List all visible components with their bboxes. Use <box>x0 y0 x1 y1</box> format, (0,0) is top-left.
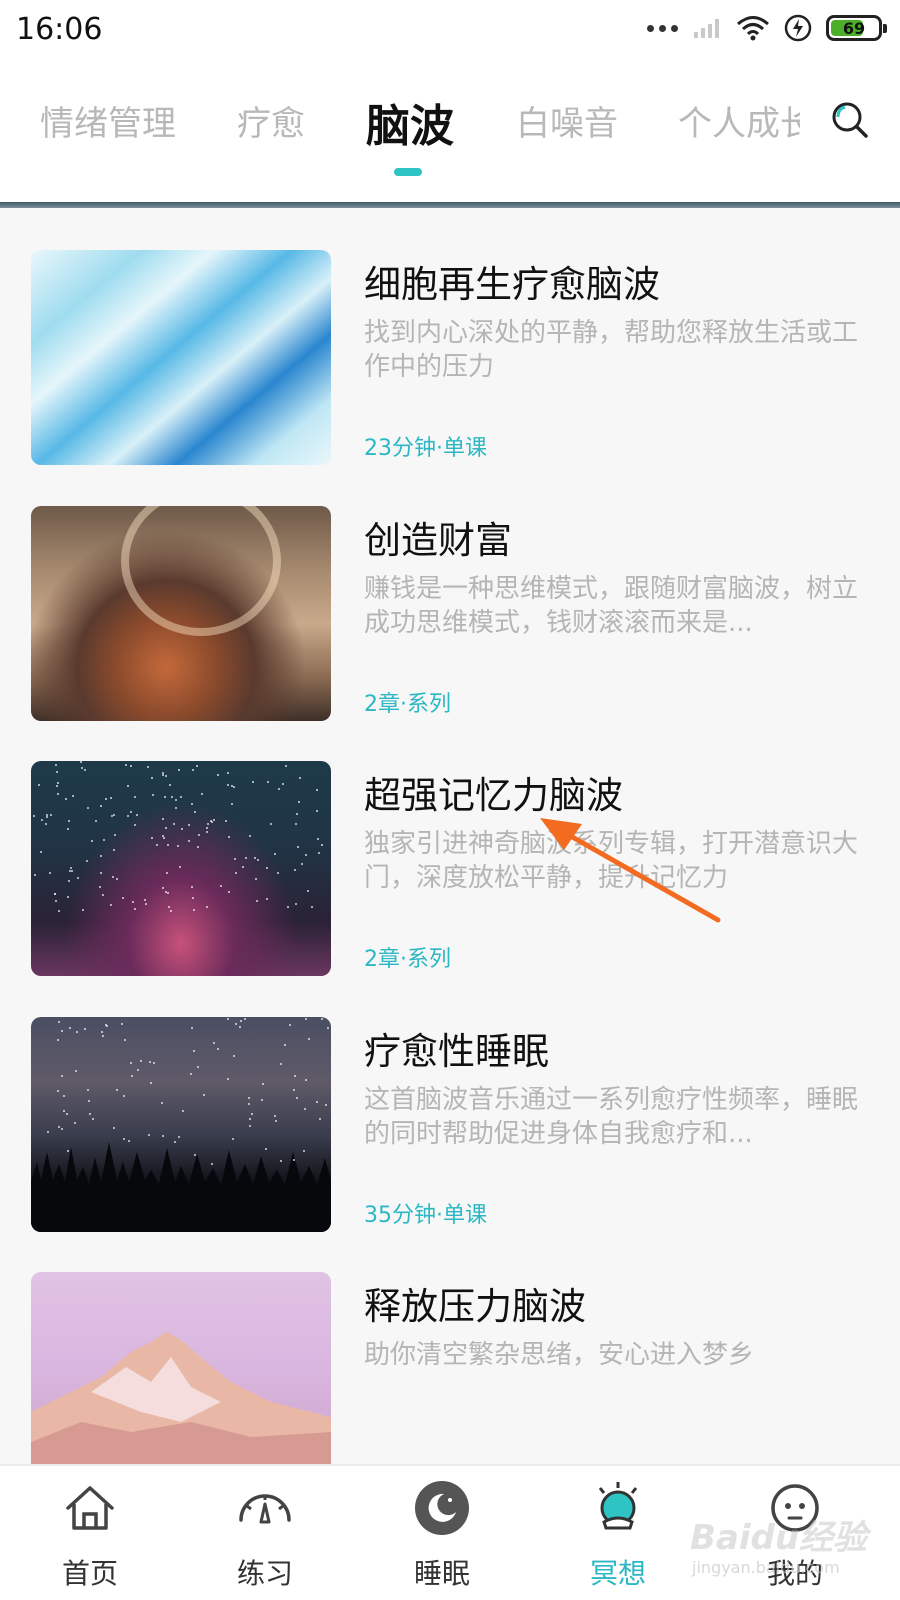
tab-white-noise[interactable]: 白噪音 <box>516 96 618 145</box>
card-title: 释放压力脑波 <box>364 1285 586 1328</box>
list-item[interactable]: 疗愈性睡眠 这首脑波音乐通过一系列愈疗性频率，睡眠的同时帮助促进身体自我愈疗和.… <box>0 1017 900 1233</box>
tab-personal-growth[interactable]: 个人成长 <box>678 96 800 145</box>
home-icon <box>66 1486 114 1530</box>
search-icon[interactable] <box>830 100 870 140</box>
tab-emotion[interactable]: 情绪管理 <box>40 96 176 145</box>
card-description: 找到内心深处的平静，帮助您释放生活或工作中的压力 <box>364 318 859 382</box>
card-thumbnail <box>31 1272 331 1464</box>
card-thumbnail <box>31 250 331 465</box>
list-item[interactable]: 超强记忆力脑波 独家引进神奇脑波系列专辑，打开潜意识大门，深度放松平静，提升记忆… <box>0 761 900 977</box>
card-thumbnail <box>31 506 331 721</box>
tab-healing[interactable]: 疗愈 <box>237 96 305 145</box>
nav-home[interactable]: 首页 <box>0 1466 180 1600</box>
tab-brainwave[interactable]: 脑波 <box>366 90 454 154</box>
more-dots-icon <box>647 24 678 32</box>
status-icons: 69 <box>647 14 887 42</box>
status-bar: 16:06 69 <box>0 0 900 64</box>
watermark-logo: Baidu经验 <box>690 1518 868 1558</box>
nav-sleep[interactable]: 睡眠 <box>352 1466 532 1600</box>
card-description: 这首脑波音乐通过一系列愈疗性频率，睡眠的同时帮助促进身体自我愈疗和... <box>364 1085 859 1149</box>
card-title: 疗愈性睡眠 <box>364 1030 549 1073</box>
list-item[interactable]: 释放压力脑波 助你清空繁杂思绪，安心进入梦乡 <box>0 1272 900 1464</box>
card-meta: 23分钟·单课 <box>364 436 487 461</box>
card-title: 细胞再生疗愈脑波 <box>364 263 660 306</box>
gauge-icon <box>239 1494 291 1524</box>
nav-label: 睡眠 <box>413 1557 470 1590</box>
nav-meditation[interactable]: 冥想 <box>528 1466 708 1600</box>
active-tab-indicator <box>394 168 422 176</box>
charging-icon <box>784 14 812 42</box>
card-meta: 2章·系列 <box>364 692 451 717</box>
card-meta: 2章·系列 <box>364 947 451 972</box>
annotation-arrow <box>540 818 721 923</box>
wifi-icon <box>737 16 769 41</box>
nav-practice[interactable]: 练习 <box>175 1466 355 1600</box>
brainwave-list: 细胞再生疗愈脑波 找到内心深处的平静，帮助您释放生活或工作中的压力 23分钟·单… <box>0 208 900 1464</box>
meditation-icon <box>598 1482 638 1530</box>
nav-label: 冥想 <box>589 1557 646 1590</box>
category-tab-bar: 情绪管理 疗愈 脑波 白噪音 个人成长 <box>0 64 900 202</box>
card-thumbnail <box>31 1017 331 1232</box>
moon-icon <box>415 1481 469 1535</box>
nav-label: 练习 <box>236 1557 293 1590</box>
card-description: 赚钱是一种思维模式，跟随财富脑波，树立成功思维模式，钱财滚滚而来是... <box>364 574 859 638</box>
status-time: 16:06 <box>16 12 103 47</box>
watermark-url: jingyan.baidu.com <box>692 1558 840 1577</box>
card-meta: 35分钟·单课 <box>364 1203 487 1228</box>
nav-label: 首页 <box>61 1557 118 1590</box>
battery-indicator: 69 <box>826 15 887 41</box>
list-item[interactable]: 创造财富 赚钱是一种思维模式，跟随财富脑波，树立成功思维模式，钱财滚滚而来是..… <box>0 506 900 722</box>
card-thumbnail <box>31 761 331 976</box>
card-description: 助你清空繁杂思绪，安心进入梦乡 <box>364 1340 755 1370</box>
list-item[interactable]: 细胞再生疗愈脑波 找到内心深处的平静，帮助您释放生活或工作中的压力 23分钟·单… <box>0 250 900 466</box>
card-title: 创造财富 <box>364 519 512 562</box>
signal-icon <box>694 19 719 38</box>
battery-text: 69 <box>842 18 866 38</box>
